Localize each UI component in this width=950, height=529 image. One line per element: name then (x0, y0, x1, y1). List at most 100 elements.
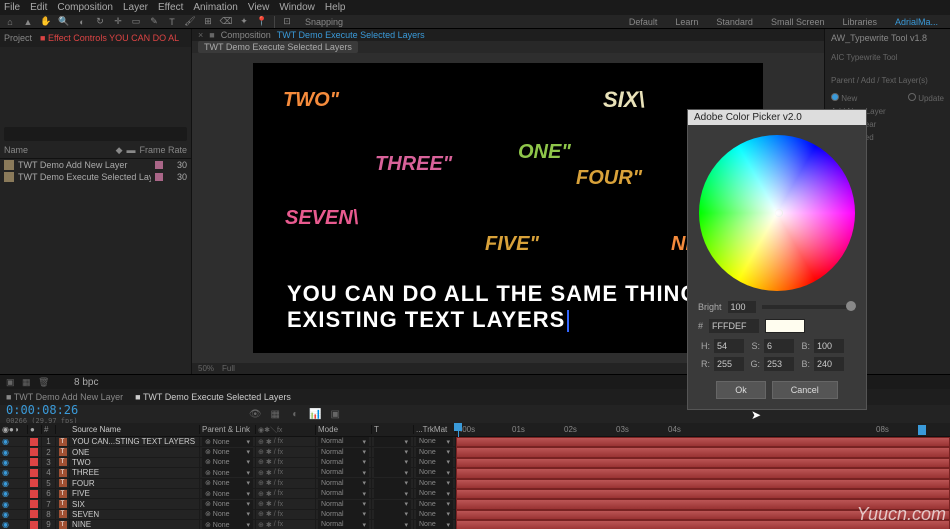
col-type-icon[interactable]: ◆ (116, 145, 123, 156)
blend-mode-dropdown[interactable]: Normal▾ (318, 479, 369, 488)
label-swatch[interactable] (30, 469, 38, 477)
col-source-name[interactable]: Source Name (70, 425, 200, 434)
col-name[interactable]: Name (4, 145, 116, 156)
eye-icon[interactable]: ◉ (2, 468, 10, 477)
layer-bar[interactable] (456, 499, 950, 509)
track-dropdown[interactable]: ▾ (374, 458, 411, 467)
snap-icon[interactable]: ⊡ (281, 16, 293, 28)
layer-switches[interactable]: ⊕✱/fx (256, 437, 316, 446)
parent-dropdown[interactable]: ⊚ None▾ (202, 500, 253, 509)
parent-dropdown[interactable]: ⊚ None▾ (202, 510, 253, 519)
brightness-slider[interactable] (762, 305, 856, 309)
layer-switches[interactable]: ⊕✱/fx (256, 479, 316, 488)
track-dropdown[interactable]: ▾ (374, 468, 411, 477)
layer-bar[interactable] (456, 489, 950, 499)
menu-view[interactable]: View (248, 2, 270, 13)
track-dropdown[interactable]: ▾ (374, 489, 411, 498)
blend-mode-dropdown[interactable]: Normal▾ (318, 458, 369, 467)
col-parent[interactable]: Parent & Link (200, 425, 256, 434)
layer-name[interactable]: FOUR (70, 479, 200, 488)
layer-switches[interactable]: ⊕✱/fx (256, 520, 316, 529)
layer-name[interactable]: YOU CAN...STING TEXT LAYERS (70, 437, 200, 446)
comp-tab-name[interactable]: TWT Demo Execute Selected Layers (277, 30, 425, 40)
parent-dropdown[interactable]: ⊚ None▾ (202, 458, 253, 467)
rect-tool-icon[interactable]: ▭ (130, 16, 142, 28)
motion-blur-icon[interactable]: ◐ (288, 407, 302, 421)
track-dropdown[interactable]: ▾ (374, 510, 411, 519)
layer-bar[interactable] (456, 437, 950, 447)
text-layer[interactable]: ONE" (518, 141, 571, 164)
frame-blend-icon[interactable]: ▦ (268, 407, 282, 421)
label-swatch[interactable] (30, 521, 38, 529)
layer-switches[interactable]: ⊕✱/fx (256, 468, 316, 477)
menu-layer[interactable]: Layer (123, 2, 148, 13)
blend-mode-dropdown[interactable]: Normal▾ (318, 448, 369, 457)
bpc-indicator[interactable]: 8 bpc (74, 377, 98, 388)
label-swatch[interactable] (30, 510, 38, 518)
eye-icon[interactable]: ◉ (2, 510, 10, 519)
text-layer[interactable]: SIX\ (603, 87, 645, 113)
ws-user[interactable]: AdrialMa... (887, 15, 946, 29)
trkmat-dropdown[interactable]: None▾ (416, 468, 453, 477)
blend-mode-dropdown[interactable]: Normal▾ (318, 500, 369, 509)
label-swatch[interactable] (30, 500, 38, 508)
col-mode[interactable]: Mode (316, 425, 372, 434)
col-framerate[interactable]: Frame Rate (139, 145, 187, 156)
parent-dropdown[interactable]: ⊚ None▾ (202, 448, 253, 457)
hand-tool-icon[interactable]: ✋ (40, 16, 52, 28)
blend-mode-dropdown[interactable]: Normal▾ (318, 437, 369, 446)
track-dropdown[interactable]: ▾ (374, 437, 411, 446)
label-swatch[interactable] (30, 438, 38, 446)
eye-icon[interactable]: ◉ (2, 479, 10, 488)
trkmat-dropdown[interactable]: None▾ (416, 489, 453, 498)
eye-icon[interactable]: ◉ (2, 448, 10, 457)
layer-row[interactable]: ◉7TSIX⊚ None▾⊕✱/fxNormal▾▾None▾ (0, 499, 456, 509)
draft-icon[interactable]: ▣ (328, 407, 342, 421)
layer-row[interactable]: ◉6TFIVE⊚ None▾⊕✱/fxNormal▾▾None▾ (0, 489, 456, 499)
ws-small[interactable]: Small Screen (763, 15, 833, 29)
text-layer[interactable]: TWO" (283, 89, 339, 112)
col-trkmat[interactable]: ...TrkMat (414, 425, 456, 434)
snapping-label[interactable]: Snapping (305, 17, 343, 27)
roto-tool-icon[interactable]: ✦ (238, 16, 250, 28)
trkmat-dropdown[interactable]: None▾ (416, 448, 453, 457)
parent-dropdown[interactable]: ⊚ None▾ (202, 489, 253, 498)
lock-icon[interactable]: ■ (209, 30, 214, 40)
time-ruler[interactable]: :00s 01s 02s 03s 04s 08s (456, 423, 950, 437)
parent-dropdown[interactable]: ⊚ None▾ (202, 520, 253, 529)
label-swatch[interactable] (30, 479, 38, 487)
layer-bar[interactable] (456, 479, 950, 489)
text-layer[interactable]: FIVE" (485, 233, 539, 256)
hex-input[interactable] (709, 319, 759, 333)
project-item[interactable]: TWT Demo Execute Selected Layers 30 (0, 171, 191, 183)
eraser-tool-icon[interactable]: ⌫ (220, 16, 232, 28)
layer-row[interactable]: ◉4TTHREE⊚ None▾⊕✱/fxNormal▾▾None▾ (0, 468, 456, 478)
layer-bar[interactable] (456, 520, 950, 529)
menu-composition[interactable]: Composition (57, 2, 113, 13)
menu-animation[interactable]: Animation (193, 2, 237, 13)
layer-row[interactable]: ◉3TTWO⊚ None▾⊕✱/fxNormal▾▾None▾ (0, 458, 456, 468)
text-layer[interactable]: FOUR" (576, 167, 642, 190)
menu-effect[interactable]: Effect (158, 2, 183, 13)
layer-switches[interactable]: ⊕✱/fx (256, 510, 316, 519)
trkmat-dropdown[interactable]: None▾ (416, 458, 453, 467)
folder-icon[interactable]: ▣ (6, 377, 16, 387)
trkmat-dropdown[interactable]: None▾ (416, 479, 453, 488)
layer-row[interactable]: ◉1TYOU CAN...STING TEXT LAYERS⊚ None▾⊕✱/… (0, 437, 456, 447)
layer-bar[interactable] (456, 458, 950, 468)
blend-mode-dropdown[interactable]: Normal▾ (318, 520, 369, 529)
timeline-tab[interactable]: ■ TWT Demo Execute Selected Layers (135, 392, 291, 402)
selection-tool-icon[interactable]: ▲ (22, 16, 34, 28)
close-tab-icon[interactable]: × (198, 30, 203, 40)
menu-edit[interactable]: Edit (30, 2, 47, 13)
radio-update[interactable] (908, 93, 916, 101)
layer-name[interactable]: THREE (70, 468, 200, 477)
eye-icon[interactable]: ◉ (2, 520, 10, 529)
puppet-tool-icon[interactable]: 📍 (256, 16, 268, 28)
trash-icon[interactable]: 🗑 (38, 377, 48, 387)
parent-dropdown[interactable]: ⊚ None▾ (202, 437, 253, 446)
rotate-tool-icon[interactable]: ↻ (94, 16, 106, 28)
r-input[interactable] (714, 357, 744, 371)
layer-name[interactable]: FIVE (70, 489, 200, 498)
color-wheel-cursor[interactable] (775, 209, 783, 217)
